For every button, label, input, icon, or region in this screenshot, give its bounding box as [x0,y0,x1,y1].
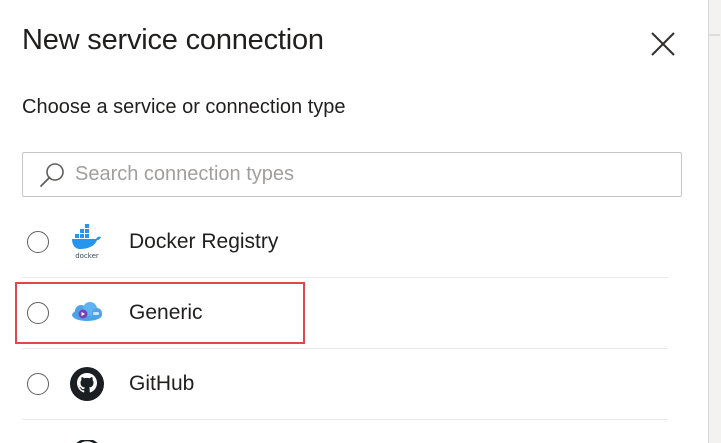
github-icon [69,366,105,402]
scrollbar-up-arrow[interactable] [708,0,721,40]
close-button[interactable] [646,27,680,61]
docker-icon: docker [69,224,105,260]
new-service-connection-panel: New service connection Choose a service … [0,0,721,443]
dialog-subtitle: Choose a service or connection type [22,96,346,118]
list-item-label: Docker Registry [129,230,279,253]
list-item-label: GitHub [129,372,195,395]
list-item-docker-registry[interactable]: docker Docker Registry [22,207,668,278]
radio-github[interactable] [27,373,49,395]
search-box[interactable] [22,152,682,197]
close-icon [651,32,675,56]
list-item-generic[interactable]: Generic [22,278,668,349]
connection-type-list: docker Docker Registry Generic GitHub [22,207,668,420]
search-icon [37,160,67,190]
next-item-icon [70,437,104,443]
svg-text:docker: docker [75,252,99,260]
scrollbar[interactable] [708,0,721,443]
dialog-title: New service connection [22,24,324,56]
list-item-label: Generic [129,301,203,324]
list-item-github[interactable]: GitHub [22,349,668,420]
generic-cloud-icon [69,295,105,331]
radio-docker-registry[interactable] [27,231,49,253]
search-input[interactable] [75,163,655,186]
radio-generic[interactable] [27,302,49,324]
